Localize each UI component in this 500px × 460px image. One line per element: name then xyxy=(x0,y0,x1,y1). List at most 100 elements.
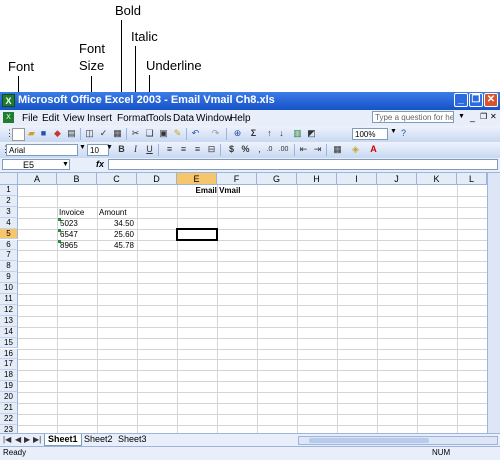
align-left-icon[interactable]: ≡ xyxy=(164,144,175,155)
row-header-22[interactable]: 22 xyxy=(0,413,18,425)
minimize-button[interactable]: _ xyxy=(454,93,468,107)
sheet-tab-2[interactable]: Sheet2 xyxy=(84,434,113,445)
insert-function-icon[interactable]: fx xyxy=(96,159,104,169)
spelling-icon[interactable]: ✓ xyxy=(98,128,109,139)
column-header-l[interactable]: L xyxy=(457,173,487,185)
row-header-9[interactable]: 9 xyxy=(0,272,18,284)
row-header-17[interactable]: 17 xyxy=(0,359,18,371)
name-box-dropdown-icon[interactable]: ▼ xyxy=(62,161,69,168)
sort-descending-icon[interactable]: ↓ xyxy=(276,128,287,139)
doc-restore-icon[interactable]: ❐ xyxy=(480,112,487,121)
doc-minimize-icon[interactable]: _ xyxy=(470,112,475,122)
name-box[interactable]: E5 xyxy=(2,159,70,170)
paste-icon[interactable]: ▣ xyxy=(158,128,169,139)
restore-button[interactable]: ❐ xyxy=(469,93,483,107)
menu-window[interactable]: Window xyxy=(196,113,232,124)
increase-indent-icon[interactable]: ⇥ xyxy=(312,144,323,155)
font-size-dropdown-icon[interactable]: ▼ xyxy=(106,144,113,151)
sheet-tab-3[interactable]: Sheet3 xyxy=(118,434,147,445)
undo-icon[interactable]: ↶ xyxy=(190,128,201,139)
select-all-corner[interactable] xyxy=(0,173,18,185)
row-header-20[interactable]: 20 xyxy=(0,392,18,403)
menu-insert[interactable]: Insert xyxy=(87,113,112,124)
help-dropdown-icon[interactable]: ▼ xyxy=(458,113,465,120)
last-sheet-icon[interactable]: ▶| xyxy=(33,435,41,444)
menu-file[interactable]: File xyxy=(22,113,38,124)
borders-icon[interactable]: ▦ xyxy=(332,144,343,155)
currency-button[interactable]: $ xyxy=(226,144,237,155)
font-color-icon[interactable]: A xyxy=(368,144,379,155)
worksheet-grid[interactable]: A B C D E F G H I J K L 1 2 3 4 5 6 7 8 … xyxy=(0,173,500,433)
align-center-icon[interactable]: ≡ xyxy=(178,144,189,155)
font-name-dropdown-icon[interactable]: ▼ xyxy=(79,144,86,151)
menu-tools[interactable]: Tools xyxy=(148,113,171,124)
column-header-k[interactable]: K xyxy=(417,173,457,185)
column-header-b[interactable]: B xyxy=(57,173,97,185)
sort-ascending-icon[interactable]: ↑ xyxy=(264,128,275,139)
prev-sheet-icon[interactable]: ◀ xyxy=(15,435,21,444)
drawing-icon[interactable]: ◩ xyxy=(306,128,317,139)
fill-color-icon[interactable]: ◈ xyxy=(350,144,361,155)
print-icon[interactable]: ▤ xyxy=(66,128,77,139)
menu-view[interactable]: View xyxy=(63,113,85,124)
menu-data[interactable]: Data xyxy=(173,113,194,124)
column-header-i[interactable]: I xyxy=(337,173,377,185)
row-header-7[interactable]: 7 xyxy=(0,250,18,262)
column-header-j[interactable]: J xyxy=(377,173,417,185)
row-header-16[interactable]: 16 xyxy=(0,348,18,360)
menu-edit[interactable]: Edit xyxy=(42,113,59,124)
column-header-h[interactable]: H xyxy=(297,173,337,185)
sheet-tab-1[interactable]: Sheet1 xyxy=(44,434,82,446)
row-header-5[interactable]: 5 xyxy=(0,228,18,240)
column-header-a[interactable]: A xyxy=(18,173,57,185)
column-header-f[interactable]: F xyxy=(217,173,257,185)
active-cell-e5[interactable] xyxy=(176,228,218,241)
permission-icon[interactable]: ◆ xyxy=(52,128,63,139)
row-header-12[interactable]: 12 xyxy=(0,304,18,316)
underline-button[interactable]: U xyxy=(144,144,155,155)
cut-icon[interactable]: ✂ xyxy=(130,128,141,139)
menu-help[interactable]: Help xyxy=(230,113,251,124)
row-header-4[interactable]: 4 xyxy=(0,217,18,229)
horizontal-scrollbar[interactable] xyxy=(298,436,498,445)
row-header-8[interactable]: 8 xyxy=(0,261,18,273)
percent-button[interactable]: % xyxy=(240,144,251,155)
format-painter-icon[interactable]: ✎ xyxy=(172,128,183,139)
autosum-icon[interactable]: Σ xyxy=(248,128,259,139)
copy-icon[interactable]: ❏ xyxy=(144,128,155,139)
italic-button[interactable]: I xyxy=(130,144,141,155)
first-sheet-icon[interactable]: |◀ xyxy=(3,435,11,444)
row-header-10[interactable]: 10 xyxy=(0,283,18,294)
merge-center-icon[interactable]: ⊟ xyxy=(206,144,217,155)
row-header-13[interactable]: 13 xyxy=(0,315,18,327)
column-header-d[interactable]: D xyxy=(137,173,177,185)
zoom-select[interactable]: 100% xyxy=(352,128,388,140)
column-header-g[interactable]: G xyxy=(257,173,297,185)
print-preview-icon[interactable]: ◫ xyxy=(84,128,95,139)
doc-close-icon[interactable]: ✕ xyxy=(490,112,497,121)
decrease-indent-icon[interactable]: ⇤ xyxy=(298,144,309,155)
row-header-3[interactable]: 3 xyxy=(0,206,18,218)
row-header-21[interactable]: 21 xyxy=(0,403,18,414)
chart-wizard-icon[interactable]: ▥ xyxy=(292,128,303,139)
bold-button[interactable]: B xyxy=(116,144,127,155)
zoom-dropdown-icon[interactable]: ▼ xyxy=(390,128,397,135)
row-header-23[interactable]: 23 xyxy=(0,424,18,433)
row-header-11[interactable]: 11 xyxy=(0,294,18,305)
row-header-18[interactable]: 18 xyxy=(0,370,18,382)
menu-format[interactable]: Format xyxy=(117,113,149,124)
decrease-decimal-icon[interactable]: .00 xyxy=(278,144,289,155)
save-icon[interactable]: ■ xyxy=(38,128,49,139)
column-header-e[interactable]: E xyxy=(177,173,217,185)
align-right-icon[interactable]: ≡ xyxy=(192,144,203,155)
vertical-scrollbar[interactable] xyxy=(487,173,500,433)
formula-input[interactable] xyxy=(108,159,498,170)
new-icon[interactable] xyxy=(12,128,25,141)
excel-app-icon[interactable]: X xyxy=(2,94,15,107)
redo-icon[interactable]: ↷ xyxy=(210,128,221,139)
row-header-1[interactable]: 1 xyxy=(0,185,18,196)
row-header-19[interactable]: 19 xyxy=(0,381,18,393)
font-name-select[interactable]: Arial xyxy=(6,144,78,156)
document-icon[interactable]: X xyxy=(3,112,14,123)
horizontal-scroll-thumb[interactable] xyxy=(309,438,429,443)
